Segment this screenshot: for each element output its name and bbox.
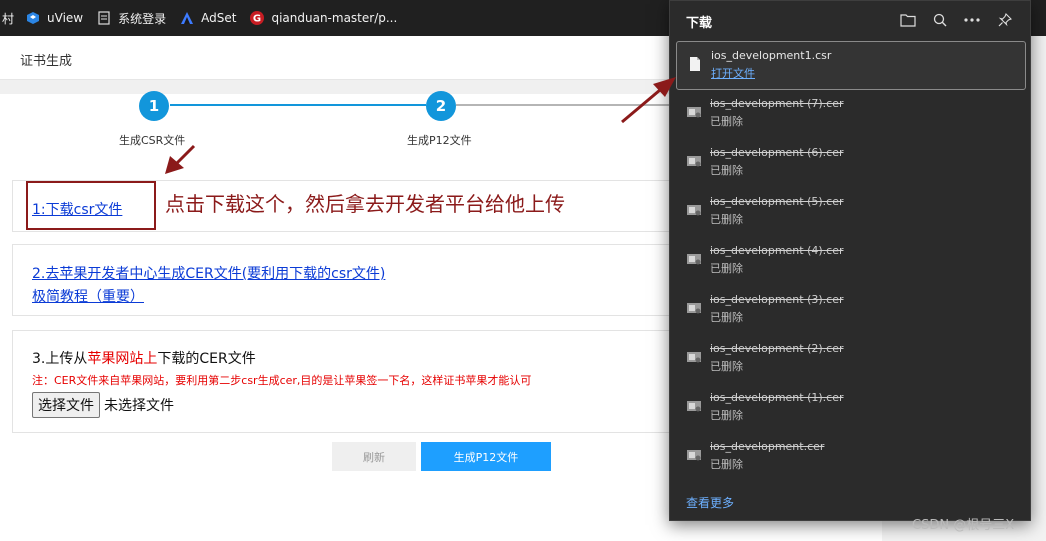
file-status: 未选择文件 <box>104 398 174 414</box>
open-file-link[interactable]: 打开文件 <box>711 65 755 81</box>
download-item[interactable]: ios_development (3).cer 已删除 <box>676 286 1026 335</box>
certificate-icon <box>686 202 702 218</box>
certificate-icon <box>686 349 702 365</box>
adset-icon <box>180 11 194 25</box>
step-line-pending <box>456 104 696 106</box>
file-input: 选择文件 未选择文件 <box>32 392 174 418</box>
tutorial-link[interactable]: 极简教程（重要） <box>32 286 144 306</box>
pin-icon[interactable] <box>996 11 1014 29</box>
step-line-done <box>170 104 426 106</box>
downloads-title: 下载 <box>686 16 713 31</box>
download-item[interactable]: ios_development (6).cer 已删除 <box>676 139 1026 188</box>
certificate-icon <box>686 447 702 463</box>
more-options-icon[interactable] <box>963 11 981 29</box>
download-filename: ios_development (7).cer <box>710 97 844 110</box>
certificate-icon <box>686 398 702 414</box>
download-status: 已删除 <box>710 458 743 471</box>
choose-file-button[interactable]: 选择文件 <box>32 392 100 418</box>
download-status: 已删除 <box>710 409 743 422</box>
upload-note: 注：CER文件来自苹果网站，要利用第二步csr生成cer,目的是让苹果签一下名，… <box>32 374 532 387</box>
see-more-link[interactable]: 查看更多 <box>686 494 734 511</box>
bookmark-label: 系统登录 <box>118 11 167 26</box>
download-filename: ios_development1.csr <box>711 49 832 62</box>
page-icon <box>97 11 111 25</box>
bookmark-adset[interactable]: AdSet <box>180 11 236 25</box>
downloads-flyout: 下载 ios_development1.csr 打开文件 ios_developme… <box>669 0 1031 521</box>
bookmark-label: AdSet <box>201 11 237 25</box>
download-filename: ios_development (3).cer <box>710 293 844 306</box>
download-filename: ios_development (6).cer <box>710 146 844 159</box>
file-icon <box>687 56 703 72</box>
download-item[interactable]: ios_development (5).cer 已删除 <box>676 188 1026 237</box>
apple-developer-link[interactable]: 2.去苹果开发者中心生成CER文件(要利用下载的csr文件) <box>32 263 385 283</box>
download-status: 已删除 <box>710 262 743 275</box>
download-status: 已删除 <box>710 115 743 128</box>
download-filename: ios_development (4).cer <box>710 244 844 257</box>
download-filename: ios_development (2).cer <box>710 342 844 355</box>
download-filename: ios_development (1).cer <box>710 391 844 404</box>
watermark: CSDN @根号三X <box>912 518 1015 533</box>
gitee-icon: G <box>250 11 265 25</box>
certificate-icon <box>686 153 702 169</box>
step-1-circle[interactable]: 1 <box>139 91 169 121</box>
step-2-circle[interactable]: 2 <box>426 91 456 121</box>
highlight-box <box>26 181 156 230</box>
certificate-icon <box>686 104 702 120</box>
svg-text:G: G <box>253 14 261 25</box>
refresh-button[interactable]: 刷新 <box>332 442 416 471</box>
download-item[interactable]: ios_development (7).cer 已删除 <box>676 90 1026 139</box>
folder-icon[interactable] <box>899 11 917 29</box>
certificate-icon <box>686 300 702 316</box>
uview-icon <box>26 11 40 25</box>
download-item[interactable]: ios_development (2).cer 已删除 <box>676 335 1026 384</box>
bookmark-label: 村 <box>2 11 15 26</box>
bookmark-uview[interactable]: uView <box>26 11 83 25</box>
download-filename: ios_development.cer <box>710 440 825 453</box>
download-filename: ios_development (5).cer <box>710 195 844 208</box>
bookmark-label: uView <box>47 11 84 25</box>
upload-title: 3.上传从苹果网站上下载的CER文件 <box>32 351 256 367</box>
download-item[interactable]: ios_development (1).cer 已删除 <box>676 384 1026 433</box>
download-status: 已删除 <box>710 213 743 226</box>
search-icon[interactable] <box>931 11 949 29</box>
download-status: 已删除 <box>710 360 743 373</box>
step-2-label: 生成P12文件 <box>407 134 472 147</box>
bookmark-label: qianduan-master/p... <box>271 11 398 25</box>
annotation-text: 点击下载这个，然后拿去开发者平台给他上传 <box>165 192 565 216</box>
download-status: 已删除 <box>710 164 743 177</box>
download-item[interactable]: ios_development1.csr 打开文件 <box>676 41 1026 90</box>
download-status: 已删除 <box>710 311 743 324</box>
step-1-label: 生成CSR文件 <box>119 134 186 147</box>
bookmark-cut[interactable]: 村 <box>2 10 14 27</box>
bookmark-gitee[interactable]: G qianduan-master/p... <box>250 11 397 25</box>
page-title: 证书生成 <box>20 54 73 69</box>
download-item[interactable]: ios_development.cer 已删除 <box>676 433 1026 482</box>
certificate-icon <box>686 251 702 267</box>
download-item[interactable]: ios_development (4).cer 已删除 <box>676 237 1026 286</box>
bookmark-login[interactable]: 系统登录 <box>97 10 166 27</box>
generate-p12-button[interactable]: 生成P12文件 <box>421 442 551 471</box>
